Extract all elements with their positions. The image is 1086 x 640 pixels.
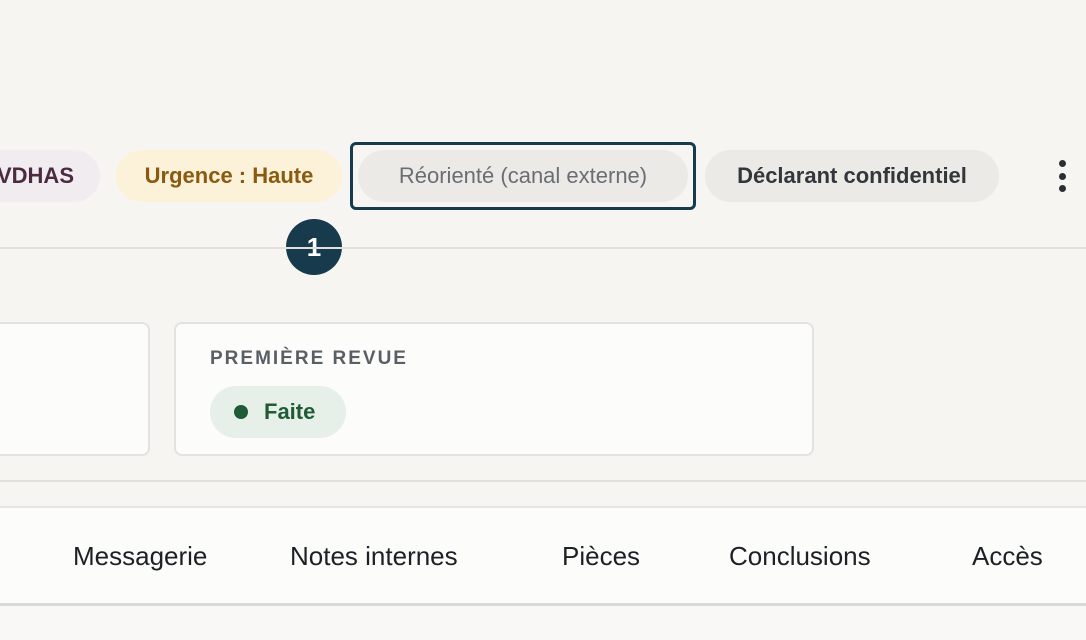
tab-bar: Messagerie Notes internes Pièces Conclus… [0, 506, 1086, 606]
confidential-declarant-chip-label: Déclarant confidentiel [737, 163, 967, 188]
reoriented-chip-label: Réorienté (canal externe) [398, 163, 648, 188]
section-divider [0, 480, 1086, 482]
first-review-label: PREMIÈRE REVUE [210, 348, 408, 369]
tab-acces[interactable]: Accès [972, 508, 1043, 604]
reoriented-chip[interactable]: Réorienté (canal externe) [358, 150, 688, 202]
urgency-chip-label: Urgence : Haute [144, 163, 314, 188]
status-badge: Faite [210, 386, 346, 438]
confidential-declarant-chip[interactable]: Déclarant confidentiel [705, 150, 999, 202]
more-options-icon[interactable] [1048, 156, 1076, 196]
status-dot-icon [234, 405, 248, 419]
first-review-card: PREMIÈRE REVUE Faite [174, 322, 814, 456]
tab-pieces[interactable]: Pièces [562, 508, 640, 604]
status-badge-label: Faite [264, 399, 316, 424]
kebab-dot [1058, 172, 1066, 180]
urgency-chip[interactable]: Urgence : Haute [116, 150, 342, 202]
case-detail-page: VDHAS Urgence : Haute Réorienté (canal e… [0, 0, 1086, 640]
tab-conclusions[interactable]: Conclusions [729, 508, 871, 604]
tab-notes-internes[interactable]: Notes internes [290, 508, 458, 604]
tag-chip-vdhas-label: VDHAS [0, 163, 74, 188]
header-divider [0, 247, 1086, 249]
tab-messagerie[interactable]: Messagerie [73, 508, 207, 604]
kebab-dot [1058, 160, 1066, 167]
tag-chip-vdhas[interactable]: VDHAS [0, 150, 100, 202]
content-area [0, 606, 1086, 640]
kebab-dot [1058, 185, 1066, 192]
info-card-partial [0, 322, 150, 456]
